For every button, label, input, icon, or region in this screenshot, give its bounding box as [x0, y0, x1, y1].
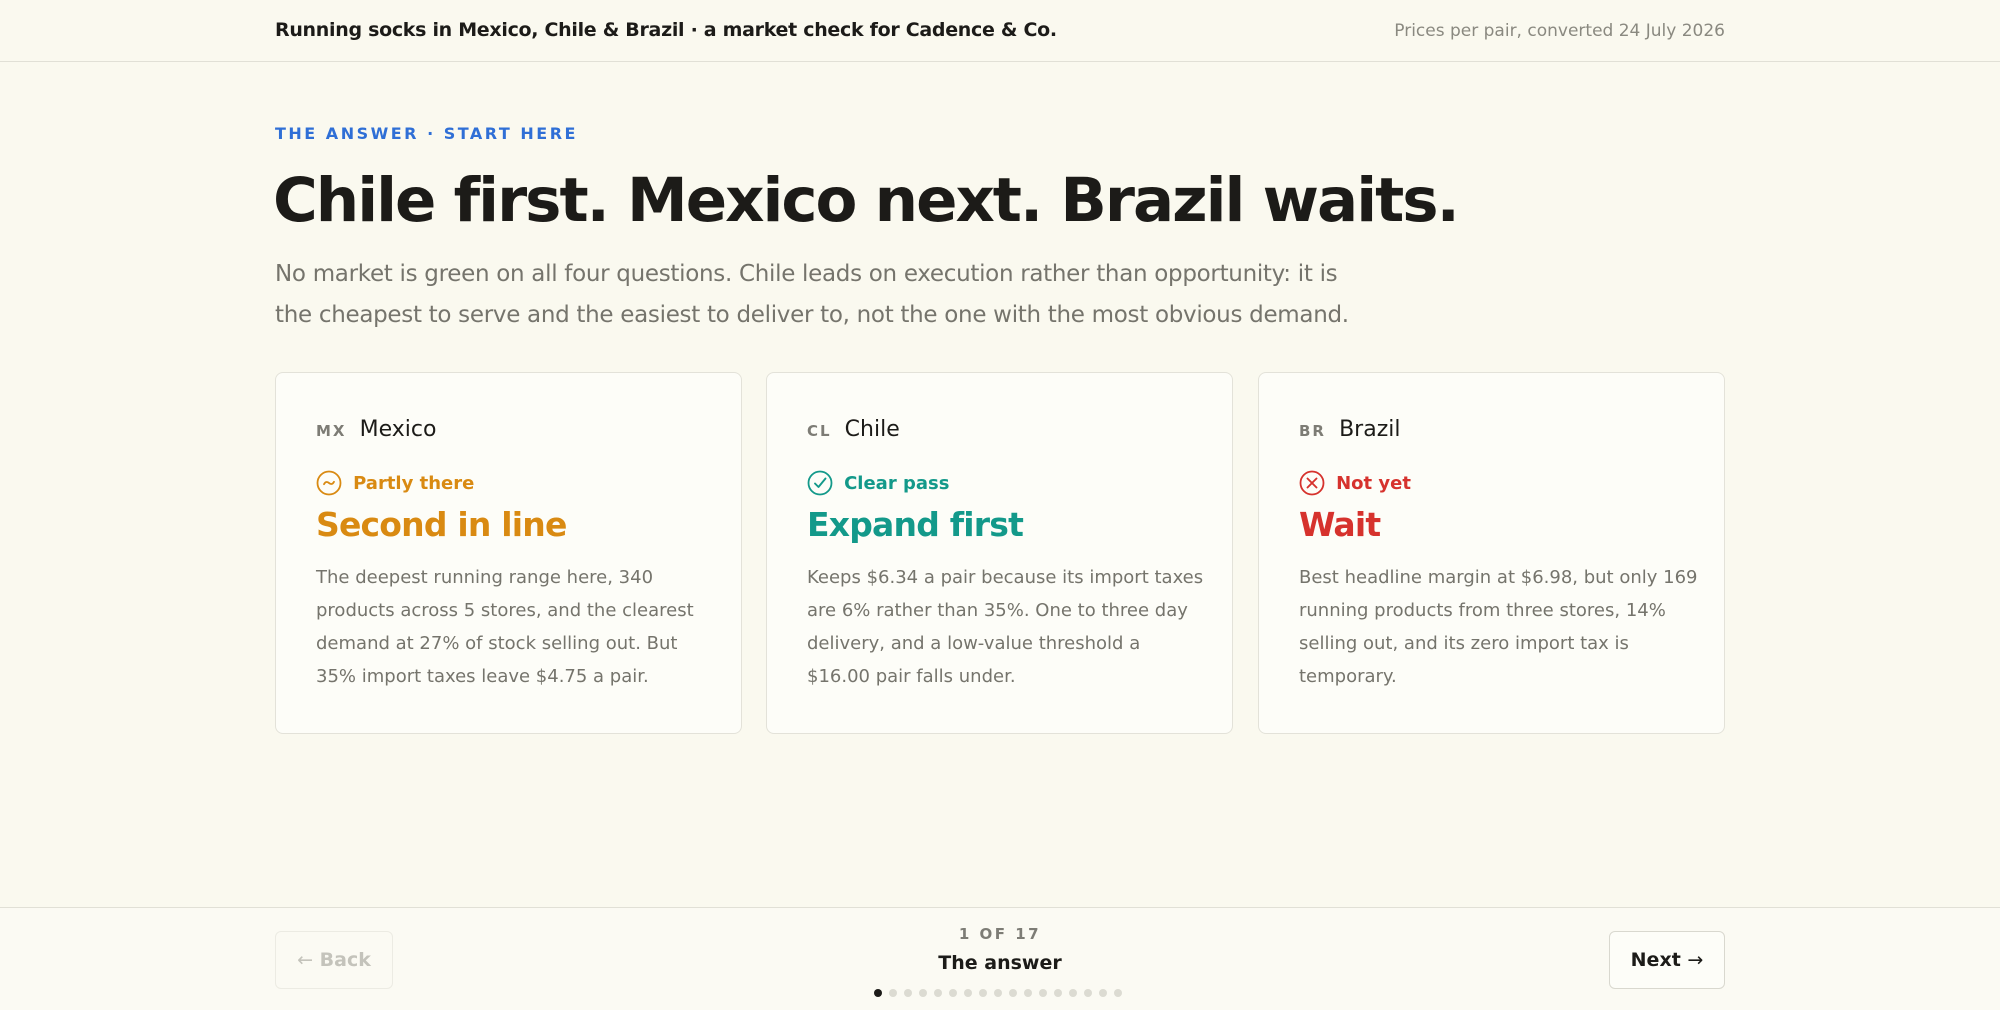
page-dot[interactable]: [889, 989, 897, 997]
page-dot[interactable]: [994, 989, 1002, 997]
tilde-circle-icon: [316, 470, 342, 496]
page-dot[interactable]: [919, 989, 927, 997]
card-description: The deepest running range here, 340 prod…: [316, 567, 694, 687]
page-dot[interactable]: [1114, 989, 1122, 997]
price-note: Prices per pair, converted 24 July 2026: [1394, 21, 1725, 41]
status-label: Clear pass: [844, 472, 950, 494]
next-label: Next: [1630, 949, 1681, 971]
page-dot[interactable]: [949, 989, 957, 997]
status-label: Not yet: [1336, 472, 1411, 494]
card-heading: CL Chile: [807, 417, 900, 442]
arrow-right-icon: →: [1687, 949, 1704, 971]
next-button[interactable]: Next →: [1609, 931, 1725, 989]
report-title: Running socks in Mexico, Chile & Brazil …: [275, 19, 1057, 41]
page-dot[interactable]: [1084, 989, 1092, 997]
page-title: The answer: [938, 952, 1062, 974]
country-code: MX: [316, 422, 347, 440]
status-badge: Clear pass: [807, 470, 949, 496]
status-badge: Not yet: [1299, 470, 1411, 496]
back-label: Back: [319, 949, 371, 971]
country-name: Mexico: [359, 417, 437, 442]
card-description: Best headline margin at $6.98, but only …: [1299, 567, 1698, 687]
page-dot[interactable]: [874, 989, 882, 997]
page-dot[interactable]: [1069, 989, 1077, 997]
verdict: Second in line: [316, 505, 567, 544]
country-name: Chile: [844, 417, 900, 442]
back-button[interactable]: ← Back: [275, 931, 393, 989]
pager-footer: ← Back 1 OF 17 The answer Next →: [0, 907, 2000, 1010]
page-dot[interactable]: [1009, 989, 1017, 997]
page-dot[interactable]: [1099, 989, 1107, 997]
page-dot[interactable]: [979, 989, 987, 997]
market-card-brazil: BR Brazil Not yet Wait Best headline mar…: [1258, 372, 1725, 734]
page-dot[interactable]: [1054, 989, 1062, 997]
market-card-chile: CL Chile Clear pass Expand first Keeps $…: [766, 372, 1233, 734]
check-circle-icon: [807, 470, 833, 496]
country-code: BR: [1299, 422, 1326, 440]
arrow-left-icon: ←: [297, 949, 314, 971]
top-bar: Running socks in Mexico, Chile & Brazil …: [0, 0, 2000, 62]
status-label: Partly there: [353, 472, 475, 494]
country-name: Brazil: [1339, 417, 1401, 442]
page-counter: 1 OF 17: [958, 925, 1042, 943]
section-eyebrow: THE ANSWER · START HERE: [275, 124, 578, 143]
page-lede: No market is green on all four questions…: [275, 261, 1349, 328]
market-cards: MX Mexico Partly there Second in line Th…: [275, 372, 1725, 734]
page-dot[interactable]: [964, 989, 972, 997]
status-badge: Partly there: [316, 470, 474, 496]
page-headline: Chile first. Mexico next. Brazil waits.: [273, 165, 1460, 236]
page-dot[interactable]: [1039, 989, 1047, 997]
verdict: Expand first: [807, 505, 1024, 544]
card-heading: MX Mexico: [316, 417, 436, 442]
page-dot[interactable]: [904, 989, 912, 997]
page-dot[interactable]: [1024, 989, 1032, 997]
card-heading: BR Brazil: [1299, 417, 1400, 442]
x-circle-icon: [1299, 470, 1325, 496]
market-card-mexico: MX Mexico Partly there Second in line Th…: [275, 372, 742, 734]
country-code: CL: [807, 422, 832, 440]
card-description: Keeps $6.34 a pair because its import ta…: [807, 567, 1204, 687]
page-dot[interactable]: [934, 989, 942, 997]
verdict: Wait: [1299, 505, 1381, 544]
page-dots: [874, 989, 1129, 999]
